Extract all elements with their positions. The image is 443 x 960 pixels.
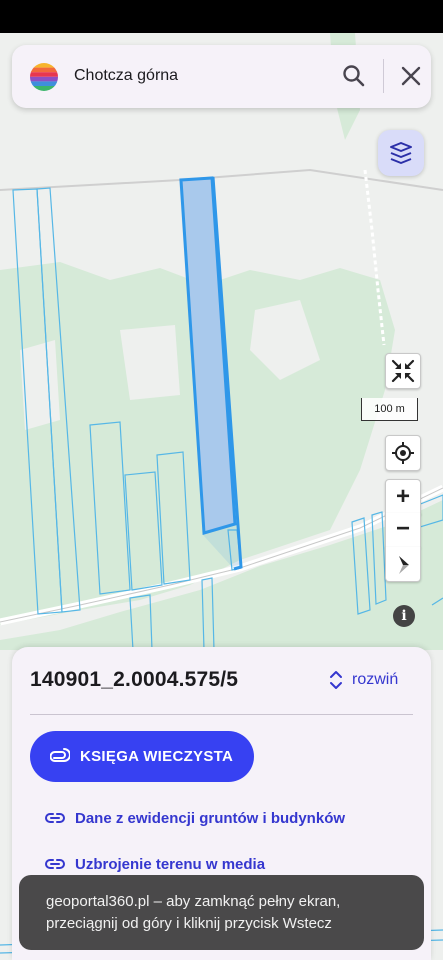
toast-line-2: przeciągnij od góry i kliknij przycisk W…: [46, 915, 332, 932]
rainbow-globe-icon: [30, 63, 58, 91]
link-utilities-label: Uzbrojenie terenu w media: [75, 855, 266, 873]
toast-message: geoportal360.pl – aby zamknąć pełny ekra…: [19, 875, 424, 950]
gps-locate-icon: [392, 442, 414, 464]
search-bar[interactable]: Chotcza górna: [12, 45, 431, 108]
close-icon[interactable]: [398, 63, 424, 89]
link-utilities[interactable]: Uzbrojenie terenu w media: [45, 854, 265, 874]
sheet-divider: [30, 714, 413, 715]
collapse-map-button[interactable]: [385, 353, 421, 389]
zoom-out-button[interactable]: −: [385, 513, 421, 548]
expand-label: rozwiń: [352, 671, 399, 688]
layers-button[interactable]: [378, 130, 424, 176]
search-icon[interactable]: [341, 63, 367, 89]
zoom-out-label: −: [395, 515, 410, 542]
search-divider: [383, 59, 384, 93]
ksiega-wieczysta-label: KSIĘGA WIECZYSTA: [80, 748, 234, 765]
toast-line-1: geoportal360.pl – aby zamknąć pełny ekra…: [46, 893, 341, 910]
layers-icon: [390, 142, 412, 164]
attachment-icon: [50, 747, 70, 762]
expand-button[interactable]: rozwiń: [328, 668, 398, 692]
search-query[interactable]: Chotcza górna: [74, 67, 178, 85]
unfold-chevrons-icon: [330, 671, 342, 689]
link-icon: [45, 813, 65, 823]
parcel-id: 140901_2.0004.575/5: [30, 668, 239, 691]
status-bar: [0, 0, 443, 33]
link-egib-data[interactable]: Dane z ewidencji gruntów i budynków: [45, 808, 345, 828]
compass-button[interactable]: [385, 547, 421, 582]
locate-button[interactable]: [385, 435, 421, 471]
zoom-in-button[interactable]: +: [385, 479, 421, 515]
link-icon: [45, 859, 65, 869]
map-scale: 100 m: [361, 398, 418, 421]
collapse-arrows-icon: [391, 359, 415, 383]
info-icon[interactable]: i: [393, 605, 415, 627]
link-egib-label: Dane z ewidencji gruntów i budynków: [75, 809, 346, 827]
ksiega-wieczysta-button[interactable]: KSIĘGA WIECZYSTA: [30, 731, 254, 782]
zoom-in-label: +: [395, 483, 410, 510]
compass-icon: [399, 556, 409, 574]
